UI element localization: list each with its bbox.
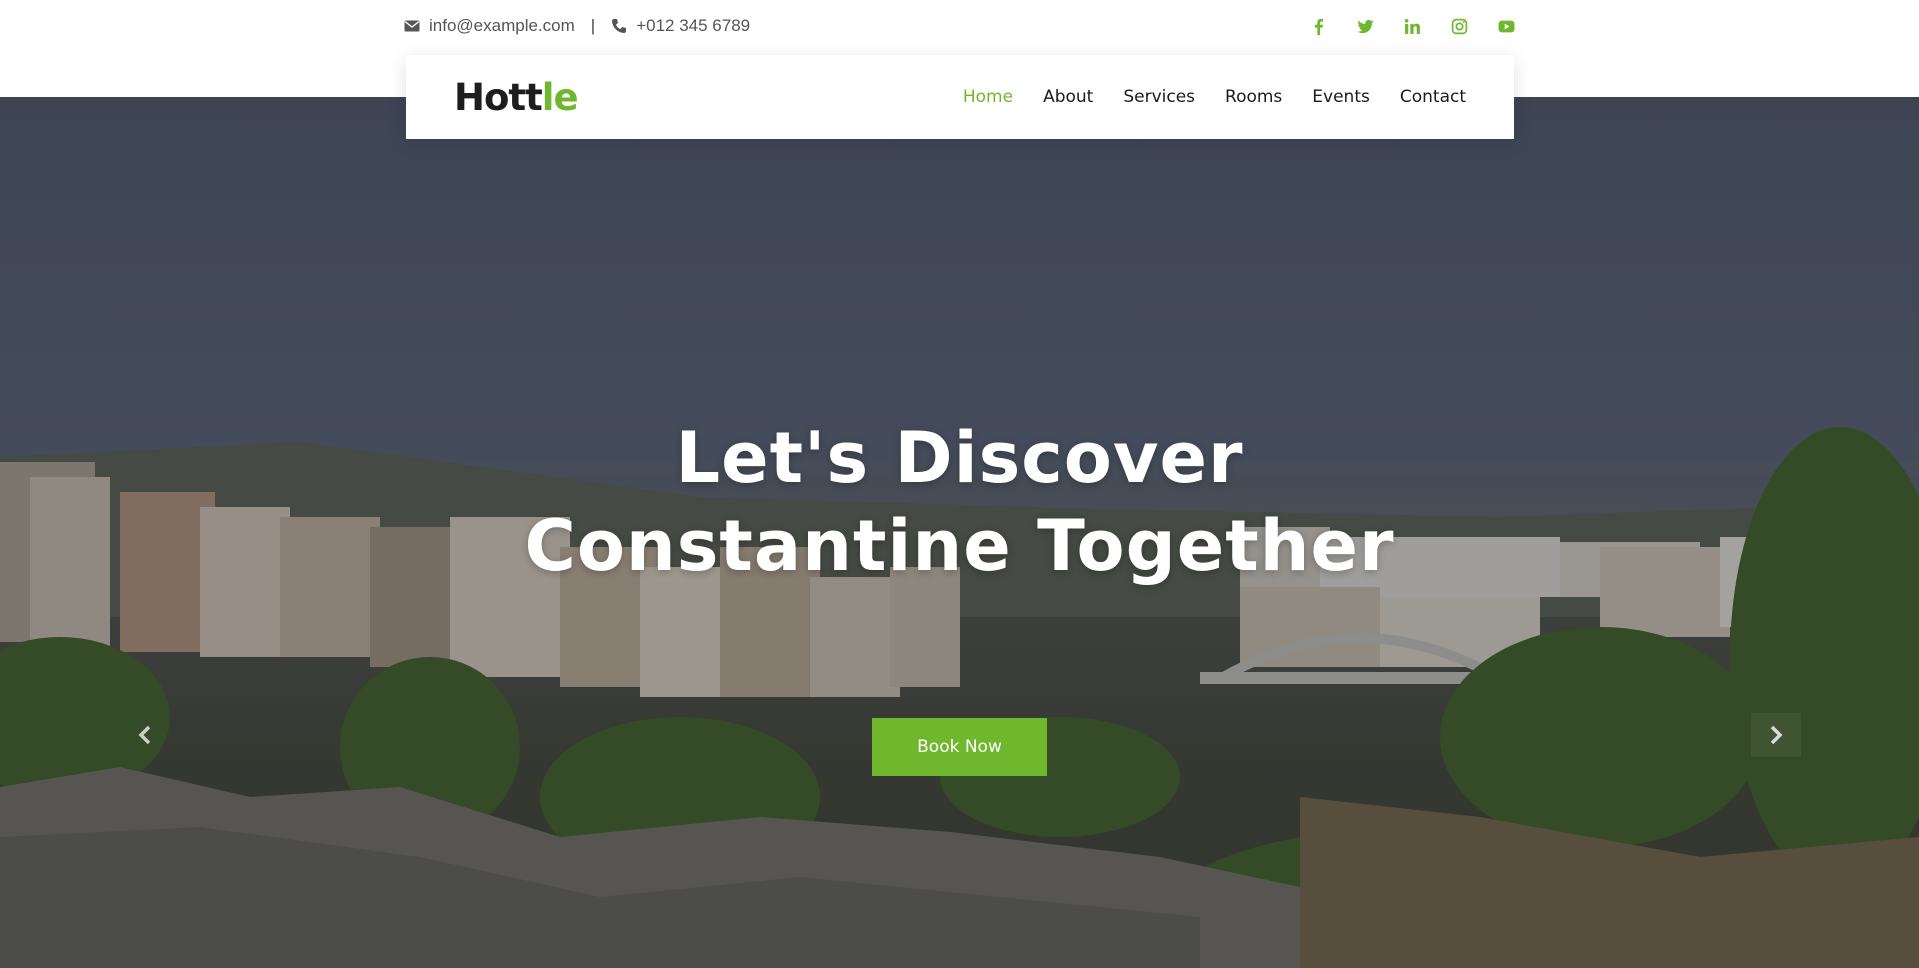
chevron-left-icon (138, 725, 151, 745)
logo-accent-text: le (541, 75, 579, 119)
linkedin-icon[interactable] (1404, 18, 1421, 35)
site-logo[interactable]: Hottle (454, 75, 579, 119)
nav-menu: Home About Services Rooms Events Contact (963, 87, 1466, 107)
email-text[interactable]: info@example.com (429, 16, 575, 36)
hero-title-line1: Let's Discover (675, 417, 1244, 499)
hero-title-line2: Constantine Together (524, 505, 1395, 587)
book-now-button[interactable]: Book Now (872, 718, 1047, 776)
instagram-icon[interactable] (1451, 18, 1468, 35)
nav-item-rooms[interactable]: Rooms (1225, 87, 1282, 107)
nav-item-home[interactable]: Home (963, 87, 1013, 107)
logo-main-text: Hott (454, 75, 543, 119)
envelope-icon (404, 18, 420, 34)
chevron-right-icon (1770, 725, 1783, 745)
phone-icon (611, 18, 627, 34)
facebook-icon[interactable] (1310, 18, 1327, 35)
carousel-next-button[interactable] (1751, 713, 1801, 757)
contact-info: info@example.com | +012 345 6789 (404, 14, 750, 38)
nav-item-services[interactable]: Services (1123, 87, 1195, 107)
main-navbar: Hottle Home About Services Rooms Events … (406, 55, 1514, 139)
youtube-icon[interactable] (1498, 18, 1515, 35)
contact-separator: | (590, 16, 596, 35)
hero-title: Let's Discover Constantine Together (0, 414, 1919, 590)
phone-text[interactable]: +012 345 6789 (636, 16, 750, 36)
nav-item-about[interactable]: About (1043, 87, 1093, 107)
twitter-icon[interactable] (1357, 18, 1374, 35)
carousel-prev-button[interactable] (120, 713, 170, 757)
social-links (1310, 14, 1515, 38)
nav-item-contact[interactable]: Contact (1400, 87, 1466, 107)
nav-item-events[interactable]: Events (1312, 87, 1370, 107)
hero-headline: Let's Discover Constantine Together (0, 414, 1919, 590)
